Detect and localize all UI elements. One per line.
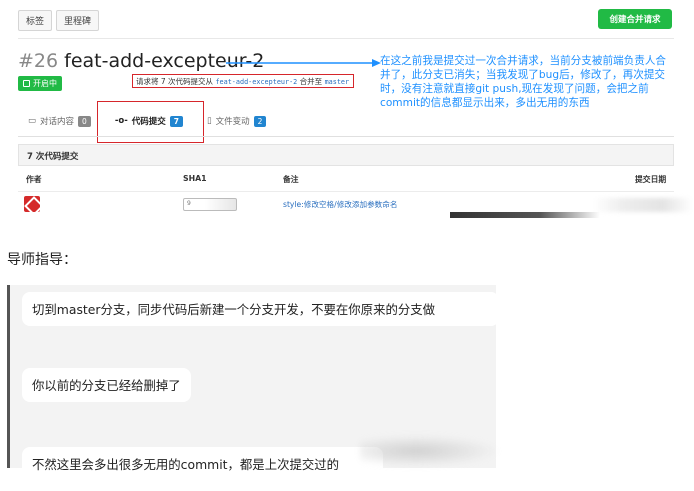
col-date: 提交日期 — [635, 175, 667, 184]
tab-label: 文件变动 — [215, 117, 250, 127]
merge-description: 请求将 7 次代码提交从 feat-add-excepteur-2 合并至 ma… — [132, 74, 354, 88]
commits-header: 7 次代码提交 — [18, 144, 674, 166]
status-label: 开启中 — [33, 79, 57, 88]
tab-milestones[interactable]: 里程碑 — [56, 10, 100, 31]
tab-label: 对话内容 — [40, 117, 75, 127]
chat-bubble: 切到master分支，同步代码后新建一个分支开发，不要在你原来的分支做 — [22, 292, 499, 326]
commits-table: 7 次代码提交 作者 SHA1 备注 提交日期 9 style:修改空格/修改添… — [18, 144, 693, 220]
source-branch[interactable]: feat-add-excepteur-2 — [215, 78, 297, 86]
status-badge: 开启中 — [18, 76, 62, 91]
top-tabs: 标签 里程碑 — [18, 10, 100, 31]
mentor-label: 导师指导： — [7, 252, 77, 268]
divider — [18, 38, 674, 39]
merge-desc-prefix: 请求将 7 次代码提交从 — [136, 77, 214, 86]
tab-count: 0 — [78, 115, 91, 127]
col-author: 作者 — [26, 175, 42, 184]
annotation-text: 在这之前我是提交过一次合并请求，当前分支被前端负责人合并了，此分支已消失；当我发… — [380, 55, 667, 109]
col-message: 备注 — [283, 175, 299, 184]
blurred-date — [593, 198, 693, 212]
tab-conversation[interactable]: ▭ 对话内容 0 — [28, 115, 91, 127]
commits-columns: 作者 SHA1 备注 提交日期 — [18, 166, 674, 192]
divider — [18, 136, 674, 137]
tab-count: 2 — [253, 115, 267, 127]
pr-number: #26 — [18, 50, 59, 72]
file-icon: ▯ — [206, 116, 212, 126]
sha-button[interactable]: 9 — [183, 198, 237, 211]
commit-message-link[interactable]: style:修改空格/修改添加参数命名 — [283, 199, 397, 210]
target-branch[interactable]: master — [325, 78, 350, 86]
chat-icon: ▭ — [28, 116, 37, 126]
annotation-arrow — [226, 59, 381, 67]
create-merge-request-button[interactable]: 创建合并请求 — [598, 9, 672, 29]
watermark — [360, 435, 500, 467]
merge-desc-mid: 合并至 — [299, 77, 323, 86]
divider — [450, 212, 600, 218]
chat-bubble: 你以前的分支已经给删掉了 — [22, 368, 191, 402]
tab-files[interactable]: ▯ 文件变动 2 — [206, 115, 267, 127]
tab-labels[interactable]: 标签 — [18, 10, 53, 31]
pull-request-icon — [23, 80, 30, 87]
col-sha: SHA1 — [183, 174, 207, 183]
chat-bubble: 不然这里会多出很多无用的commit，都是上次提交过的 — [22, 447, 383, 481]
avatar[interactable] — [24, 196, 40, 212]
